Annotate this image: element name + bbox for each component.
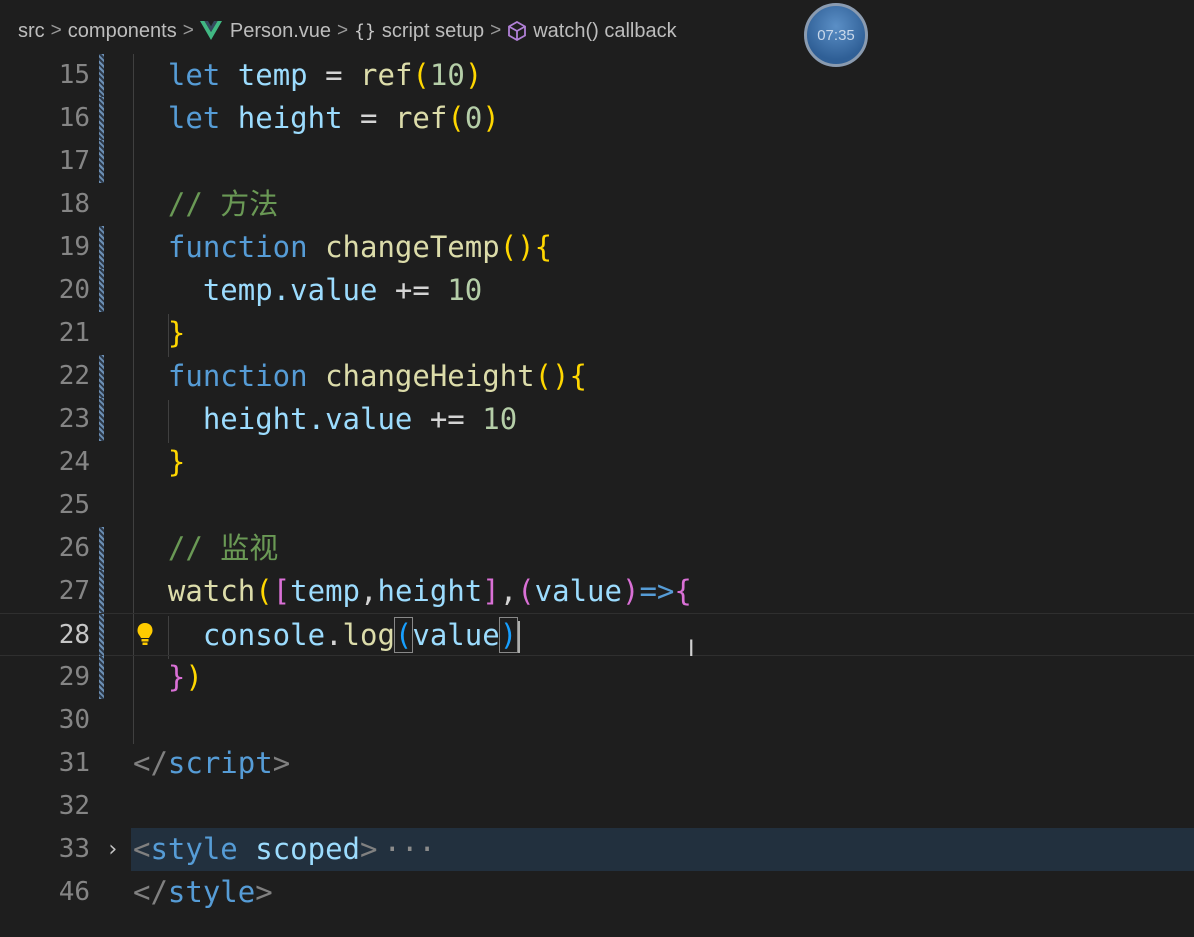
breadcrumb-file-label: Person.vue [229,19,332,42]
line-code: // 监视 [167,531,279,565]
line-number: 30 [58,705,90,735]
breadcrumb-separator: > [337,20,349,41]
breadcrumb-separator: > [490,20,502,41]
breadcrumb-components[interactable]: components [68,20,177,43]
line-code: </style> [133,875,273,909]
breadcrumb-file[interactable]: Person.vue [199,19,332,43]
line-code: // 方法 [167,187,279,221]
line-number: 22 [58,361,90,391]
modified-line-marker [99,570,104,613]
line-number: 24 [58,447,90,477]
modified-line-marker [99,226,104,269]
modified-line-marker [99,656,104,699]
line-number: 26 [58,533,90,563]
line-number: 23 [58,404,90,434]
text-cursor [518,621,521,653]
modified-line-marker [99,269,104,312]
line-code: watch([temp,height],(value)=>{ [167,574,692,608]
code-line[interactable]: 26 // 监视 [0,527,1194,570]
code-line[interactable]: 21 } [0,312,1194,355]
line-code: } [167,316,186,350]
code-line[interactable]: 22 function changeHeight(){ [0,355,1194,398]
line-number: 19 [58,232,90,262]
modified-line-marker [99,140,104,183]
line-number: 21 [58,318,90,348]
line-number: 15 [58,60,90,90]
line-code: </script> [133,746,291,780]
code-line[interactable]: 25 [0,484,1194,527]
modified-line-marker [99,527,104,570]
modified-line-marker [99,355,104,398]
modified-line-marker [99,398,104,441]
line-code: let temp = ref(10) [167,58,483,92]
line-number: 18 [58,189,90,219]
line-code: function changeHeight(){ [167,359,587,393]
line-code: function changeTemp(){ [167,230,553,264]
line-number: 17 [58,146,90,176]
breadcrumb: src > components > Person.vue > {} scrip… [0,0,1194,62]
vue-logo-icon [199,21,222,41]
code-line[interactable]: 46 </style> [0,871,1194,914]
line-code: let height = ref(0) [167,101,500,135]
line-number: 27 [58,576,90,606]
code-line[interactable]: 20 temp.value += 10 [0,269,1194,312]
line-number: 46 [58,877,90,907]
code-line[interactable]: 17 [0,140,1194,183]
line-code: temp.value += 10 [202,273,483,307]
modified-line-marker [99,97,104,140]
code-line[interactable]: 23 height.value += 10 [0,398,1194,441]
breadcrumb-separator: > [50,20,62,41]
symbol-method-icon [507,21,527,41]
code-line[interactable]: 15 let temp = ref(10) [0,54,1194,97]
code-line[interactable]: 24 } [0,441,1194,484]
line-number: 29 [58,662,90,692]
modified-line-marker [99,54,104,97]
current-code-line[interactable]: 28 console.log(value) [0,613,1194,657]
code-line[interactable]: 31 </script> [0,742,1194,785]
breadcrumb-watch-callback[interactable]: watch() callback [507,19,677,43]
line-number: 32 [58,791,90,821]
line-number: 20 [58,275,90,305]
line-number: 33 [58,834,90,864]
breadcrumb-script-setup[interactable]: {} script setup [354,20,484,43]
breadcrumb-separator: > [182,20,194,41]
line-code: height.value += 10 [202,402,518,436]
code-line[interactable]: 27 watch([temp,height],(value)=>{ [0,570,1194,613]
chevron-right-icon[interactable]: › [106,828,119,871]
line-code: <style scoped> ··· [133,832,436,866]
code-line[interactable]: 29 }) [0,656,1194,699]
modified-line-marker [99,614,104,657]
folded-ellipsis[interactable]: ··· [383,832,435,866]
line-code: }) [167,660,203,694]
code-line[interactable]: 19 function changeTemp(){ [0,226,1194,269]
breadcrumb-src[interactable]: src [18,20,45,43]
code-line[interactable]: 32 [0,785,1194,828]
line-code: console.log(value) [133,614,521,657]
folded-code-line[interactable]: 33 › <style scoped> ··· [0,828,1194,871]
line-number: 16 [58,103,90,133]
i-beam-cursor-icon: I [688,637,695,662]
code-line[interactable]: 18 // 方法 [0,183,1194,226]
code-line[interactable]: 16 let height = ref(0) [0,97,1194,140]
braces-icon: {} [354,20,376,42]
breadcrumb-script-setup-label: script setup [381,19,485,42]
line-number: 28 [58,620,90,650]
line-code: } [167,445,186,479]
line-number: 31 [58,748,90,778]
code-line[interactable]: 30 [0,699,1194,742]
breadcrumb-watch-callback-label: watch() callback [533,19,677,42]
line-number: 25 [58,490,90,520]
